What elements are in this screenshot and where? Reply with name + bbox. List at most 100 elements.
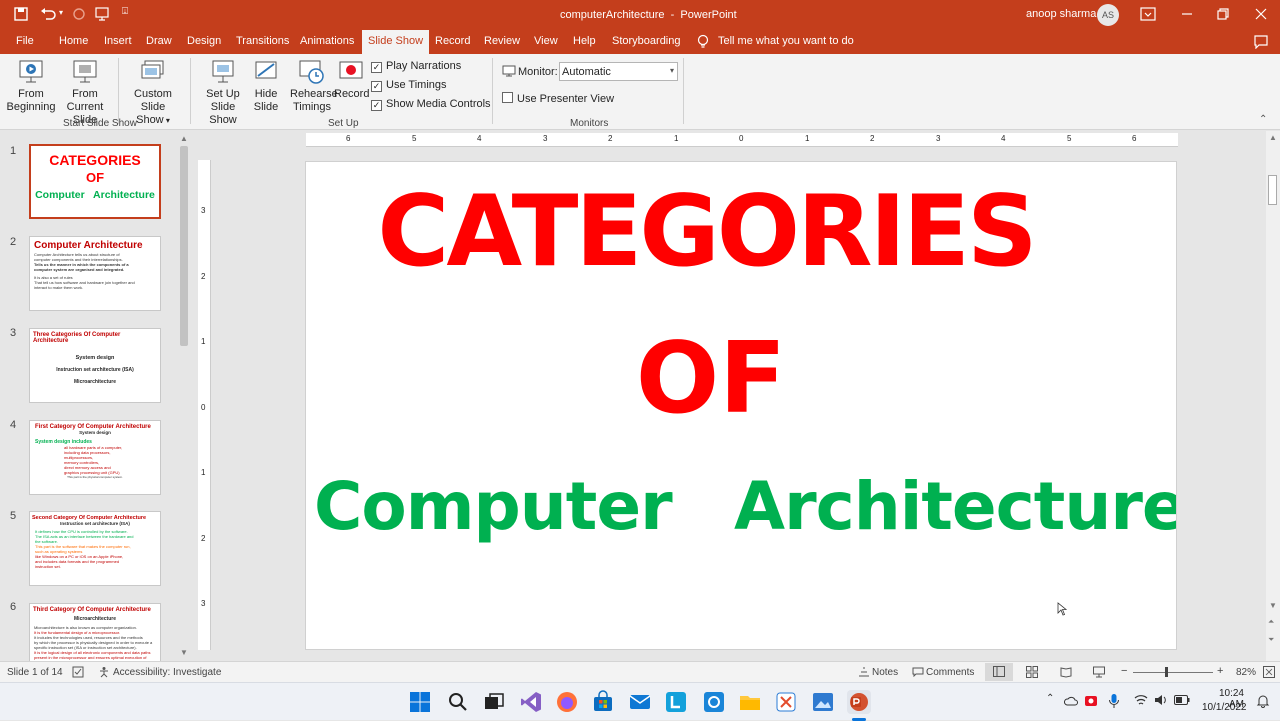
slide-thumbnail-3[interactable]: Three Categories Of Computer Architectur… [29, 328, 161, 403]
reading-view-icon[interactable] [1060, 666, 1072, 678]
tab-transitions[interactable]: Transitions [236, 35, 289, 47]
slideshow-from-start-icon[interactable] [95, 7, 109, 21]
tab-storyboarding[interactable]: Storyboarding [612, 35, 681, 47]
editor-scrollbar[interactable]: ▲ ▼ ⏶ ⏷ [1266, 131, 1280, 661]
redo-icon[interactable] [72, 7, 86, 21]
slide-thumbnail-4[interactable]: First Category Of Computer Architecture … [29, 420, 161, 495]
save-icon[interactable] [14, 7, 28, 21]
wifi-icon[interactable] [1134, 694, 1148, 706]
spellcheck-icon[interactable] [72, 666, 84, 678]
mail-icon[interactable] [628, 690, 652, 714]
tell-me-search[interactable]: Tell me what you want to do [718, 35, 854, 47]
set-up-slide-show-button[interactable]: Set Up Slide Show [196, 58, 250, 127]
tab-help[interactable]: Help [573, 35, 596, 47]
undo-icon[interactable] [40, 7, 56, 21]
volume-icon[interactable] [1154, 694, 1168, 706]
customize-toolbar-icon[interactable]: ⍗ [122, 6, 128, 17]
tab-review[interactable]: Review [484, 35, 520, 47]
slide-canvas[interactable]: CATEGORIES OF Computer Architecture [305, 161, 1177, 650]
use-presenter-view-checkbox[interactable]: Use Presenter View [502, 92, 614, 105]
scroll-down-icon[interactable]: ▼ [180, 648, 188, 657]
slide-thumbnail-1[interactable]: CATEGORIES OF Computer Architecture [29, 144, 161, 219]
slide-thumbnail-6[interactable]: Third Category Of Computer Architecture … [29, 603, 161, 661]
show-media-controls-checkbox[interactable]: ✓ Show Media Controls [371, 98, 491, 111]
slide-title-of[interactable]: OF [306, 319, 1116, 439]
from-current-slide-button[interactable]: From Current Slide [55, 58, 115, 127]
ruler-tick: 0 [201, 403, 206, 412]
zoom-out-icon[interactable]: − [1121, 665, 1127, 677]
tab-insert[interactable]: Insert [104, 35, 132, 47]
scroll-up-icon[interactable]: ▲ [1269, 133, 1277, 142]
windows-start-icon[interactable] [408, 690, 432, 714]
visual-studio-icon[interactable] [519, 690, 543, 714]
next-slide-icon[interactable]: ⏷ [1268, 635, 1274, 645]
record-icon [339, 61, 363, 79]
fit-to-window-icon[interactable] [1263, 666, 1275, 678]
firefox-icon[interactable] [555, 690, 579, 714]
zoom-level[interactable]: 82% [1236, 667, 1256, 678]
snipping-tool-icon[interactable] [774, 690, 798, 714]
collapse-ribbon-icon[interactable]: ⌃ [1259, 114, 1267, 125]
zoom-in-icon[interactable]: + [1217, 665, 1223, 677]
accessibility-status[interactable]: Accessibility: Investigate [113, 667, 221, 678]
tab-draw[interactable]: Draw [146, 35, 172, 47]
scroll-up-icon[interactable]: ▲ [180, 134, 188, 143]
slide-title-architecture[interactable]: Architecture [734, 462, 1176, 552]
tab-slide-show[interactable]: Slide Show [362, 30, 430, 54]
slide-title-computer[interactable]: Computer [314, 462, 673, 552]
ribbon-display-options-icon[interactable] [1140, 7, 1156, 21]
minimize-icon[interactable] [1180, 7, 1194, 21]
search-icon[interactable] [446, 690, 470, 714]
chevron-up-icon[interactable]: ⌃ [1046, 693, 1054, 704]
scrollbar-thumb[interactable] [180, 146, 188, 346]
avatar[interactable]: AS [1097, 4, 1119, 26]
recorder-icon[interactable] [1084, 694, 1098, 708]
comments-button[interactable]: Comments [926, 667, 974, 678]
tab-design[interactable]: Design [187, 35, 221, 47]
play-narrations-checkbox[interactable]: ✓ Play Narrations [371, 60, 461, 73]
undo-dropdown-icon[interactable]: ▾ [59, 8, 63, 17]
onedrive-icon[interactable] [1064, 695, 1078, 707]
microphone-icon[interactable] [1108, 693, 1120, 709]
zoom-slider[interactable] [1133, 672, 1213, 673]
tab-view[interactable]: View [534, 35, 558, 47]
lens-app-icon[interactable] [664, 690, 688, 714]
slide-title-categories[interactable]: CATEGORIES [306, 172, 1106, 292]
user-name[interactable]: anoop sharma [1026, 8, 1096, 20]
powerpoint-icon[interactable] [847, 690, 871, 714]
tab-record[interactable]: Record [435, 35, 470, 47]
file-explorer-icon[interactable] [738, 690, 762, 714]
custom-slide-show-button[interactable]: Custom Slide Show ▾ [121, 58, 185, 127]
tab-animations[interactable]: Animations [300, 35, 354, 47]
notes-button[interactable]: Notes [872, 667, 898, 678]
slide-thumbnail-5[interactable]: Second Category Of Computer Architecture… [29, 511, 161, 586]
restore-icon[interactable] [1216, 7, 1230, 21]
photos-icon[interactable] [811, 690, 835, 714]
task-view-icon[interactable] [482, 690, 506, 714]
microsoft-store-icon[interactable] [591, 690, 615, 714]
from-beginning-button[interactable]: From Beginning [6, 58, 56, 114]
accessibility-icon[interactable] [98, 666, 110, 678]
zoom-slider-thumb[interactable] [1165, 667, 1168, 677]
previous-slide-icon[interactable]: ⏶ [1268, 617, 1274, 627]
thumbnail-scrollbar[interactable]: ▲ ▼ [178, 134, 190, 660]
tab-file[interactable]: File [16, 35, 34, 47]
battery-icon[interactable] [1174, 695, 1190, 705]
tab-home[interactable]: Home [59, 35, 88, 47]
close-icon[interactable] [1254, 7, 1268, 21]
comments-icon[interactable] [1254, 35, 1268, 49]
hide-slide-button[interactable]: Hide Slide [250, 58, 282, 114]
use-timings-checkbox[interactable]: ✓ Use Timings [371, 79, 447, 92]
normal-view-button[interactable] [985, 663, 1013, 681]
monitor-select[interactable]: Automatic ▾ [559, 62, 678, 81]
scroll-down-icon[interactable]: ▼ [1269, 601, 1277, 610]
rehearse-timings-button[interactable]: Rehearse Timings [290, 58, 338, 114]
scrollbar-thumb[interactable] [1268, 175, 1277, 205]
clock-date[interactable]: 10/1/2022 [1202, 702, 1247, 713]
slide-sorter-icon[interactable] [1026, 666, 1038, 678]
record-button[interactable]: Record [334, 58, 369, 101]
slideshow-view-icon[interactable] [1093, 666, 1105, 678]
notification-bell-icon[interactable] [1256, 694, 1270, 708]
outlook-icon[interactable] [702, 690, 726, 714]
slide-thumbnail-2[interactable]: Computer Architecture Computer Architect… [29, 236, 161, 311]
